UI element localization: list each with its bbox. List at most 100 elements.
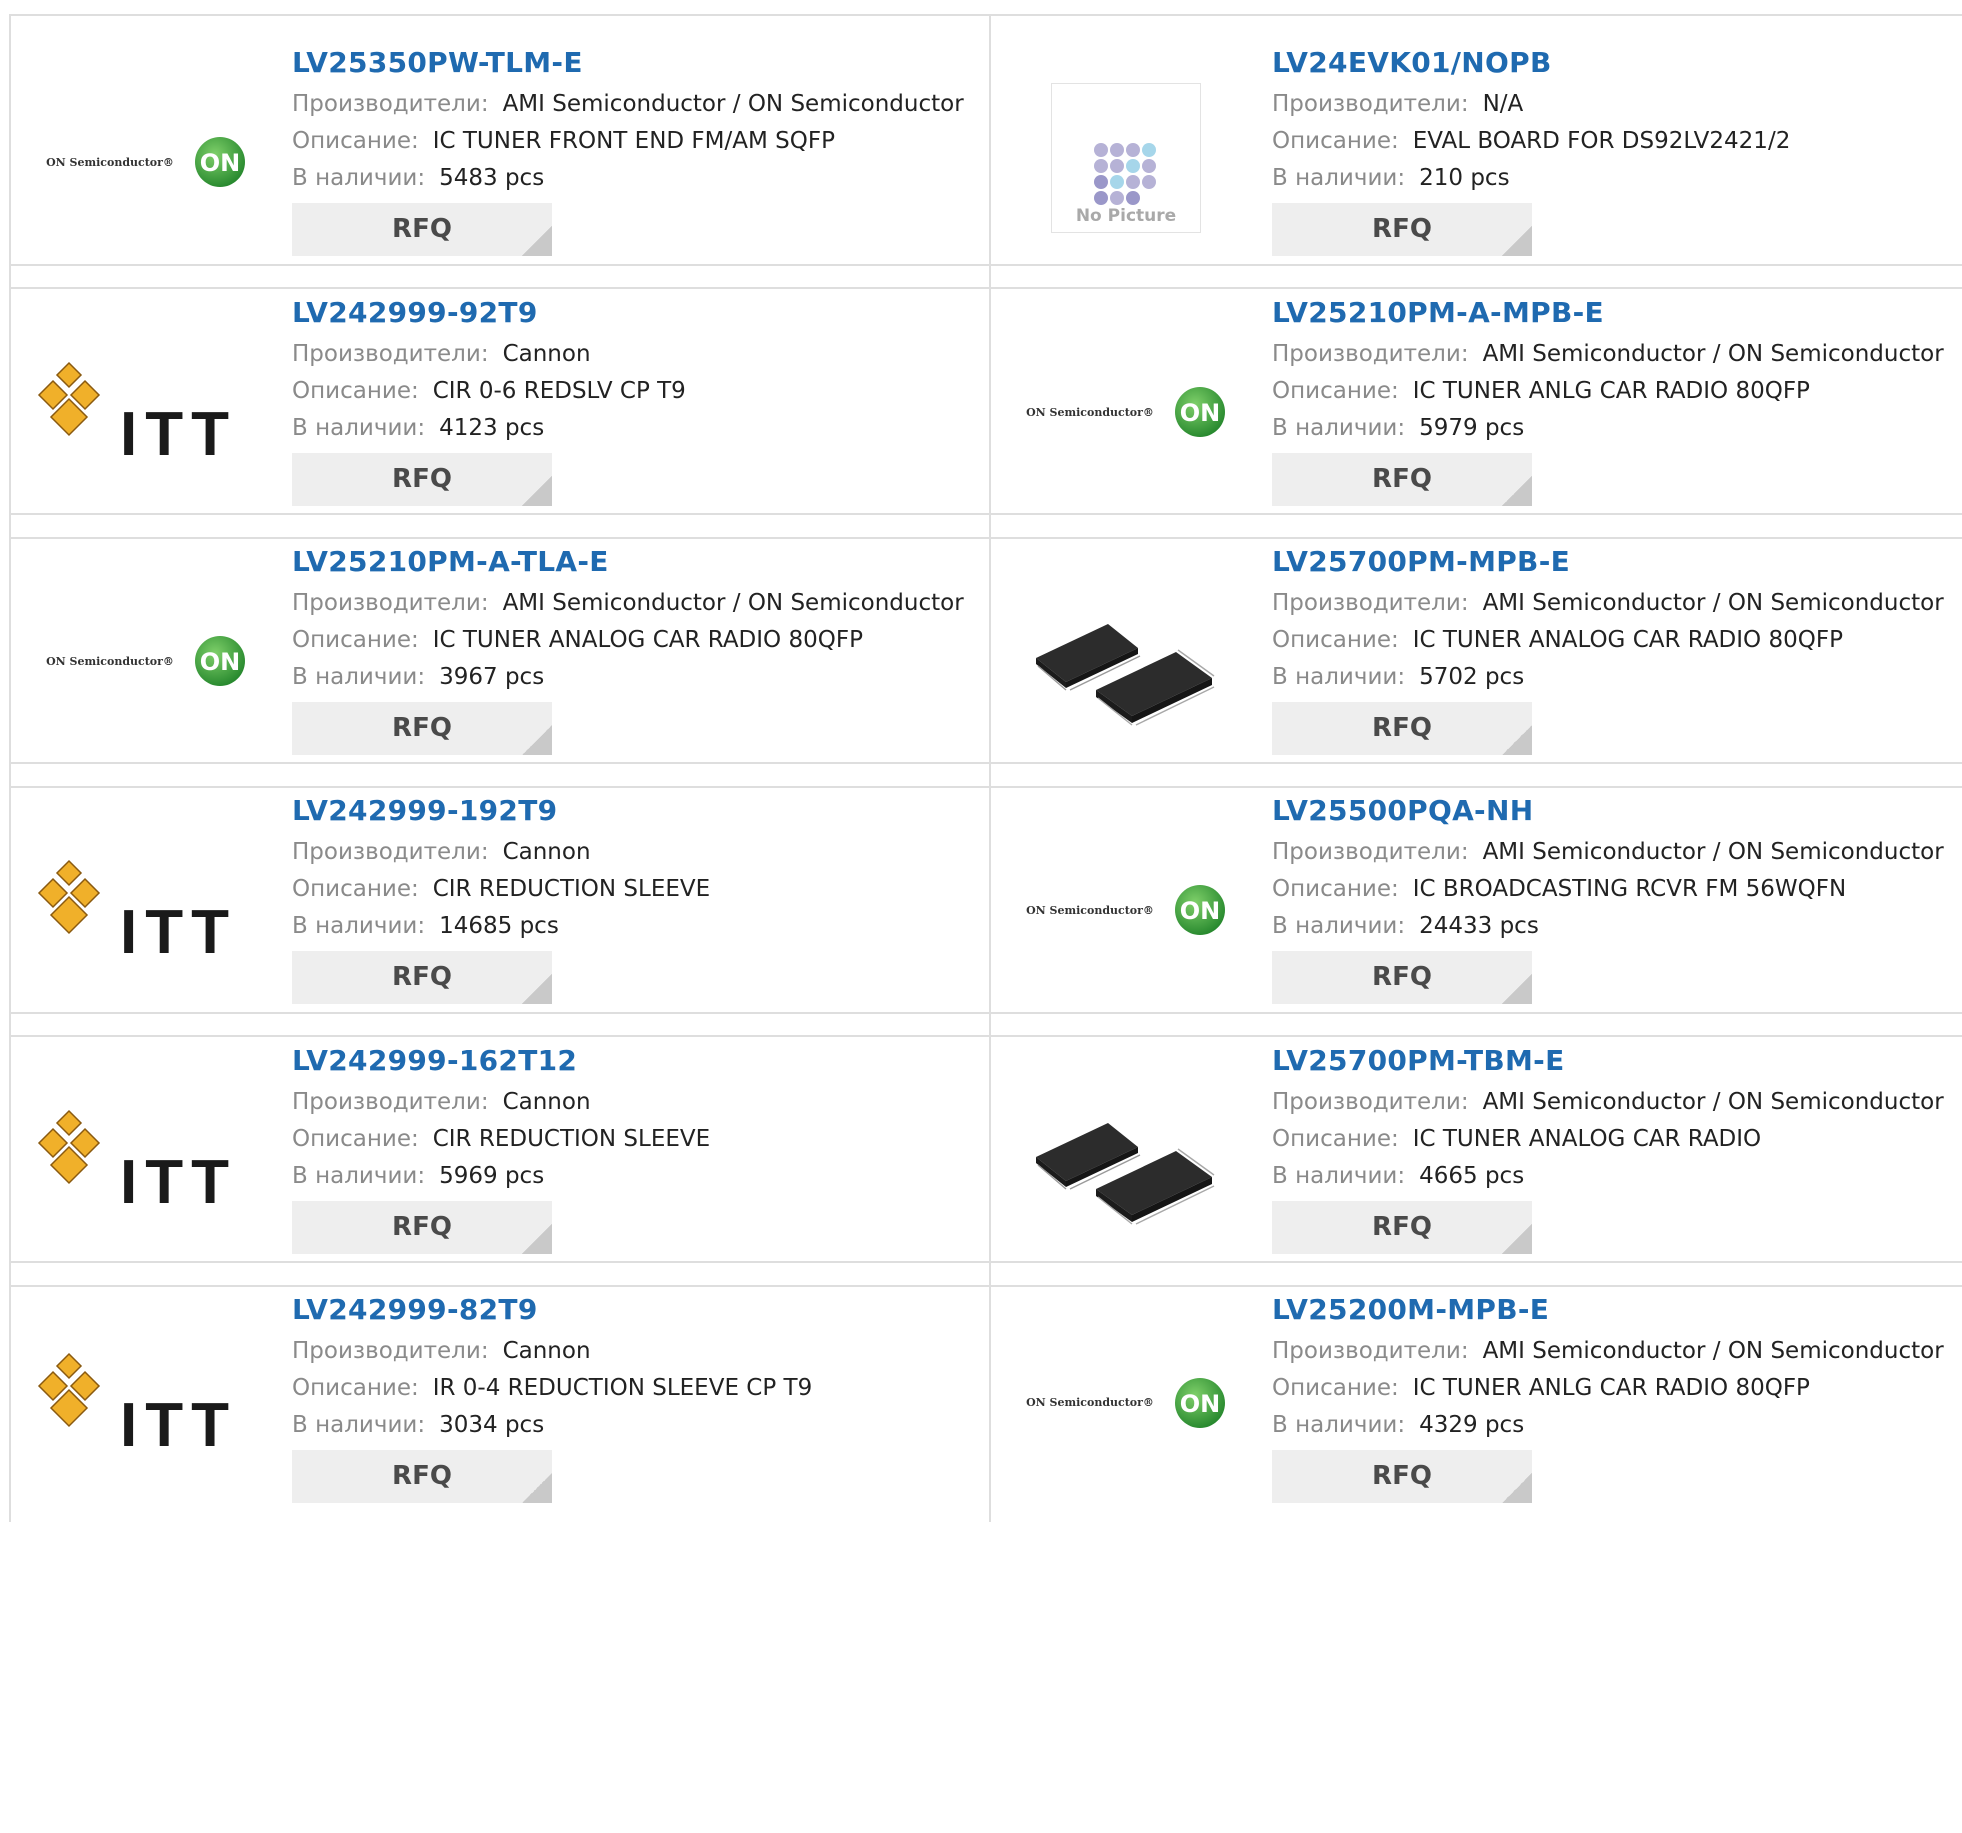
manufacturer-label: Производители: xyxy=(1272,91,1469,117)
on-semiconductor-wordmark: ON Semiconductor® xyxy=(46,654,174,668)
rfq-button[interactable]: RFQ xyxy=(1272,1201,1532,1254)
manufacturer-label: Производители: xyxy=(292,341,489,367)
description-value: CIR 0-6 REDSLV CP T9 xyxy=(432,378,686,404)
description-label: Описание: xyxy=(1272,876,1399,902)
rfq-button[interactable]: RFQ xyxy=(1272,1450,1532,1503)
on-badge-icon: ON xyxy=(1174,885,1225,936)
on-semiconductor-logo: ON Semiconductor® ON xyxy=(46,136,246,188)
manufacturer-line: Производители: AMI Semiconductor / ON Sem… xyxy=(292,585,972,622)
description-value: EVAL BOARD FOR DS92LV2421/2 xyxy=(1412,128,1791,154)
itt-logo: ITT xyxy=(35,1105,245,1215)
on-semiconductor-wordmark: ON Semiconductor® xyxy=(1026,903,1154,917)
part-number-link[interactable]: LV25210PM-A-MPB-E xyxy=(1272,296,1952,330)
rfq-corner-decoration xyxy=(522,476,552,506)
on-semiconductor-wordmark: ON Semiconductor® xyxy=(46,155,174,169)
rfq-corner-decoration xyxy=(522,725,552,755)
description-label: Описание: xyxy=(292,876,419,902)
rfq-corner-decoration xyxy=(522,1224,552,1254)
rfq-corner-decoration xyxy=(522,1473,552,1503)
manufacturer-value: AMI Semiconductor / ON Semiconductor xyxy=(1482,839,1944,865)
product-card: ITT LV242999-192T9 Производители: Cannon Оп… xyxy=(11,764,989,1035)
part-number-link[interactable]: LV242999-192T9 xyxy=(292,794,972,828)
stock-line: В наличии: 5483 pcs xyxy=(292,160,972,197)
rfq-corner-decoration xyxy=(522,974,552,1004)
manufacturer-logo: ITT xyxy=(37,1075,251,1245)
description-label: Описание: xyxy=(1272,1126,1399,1152)
part-number-link[interactable]: LV25210PM-A-TLA-E xyxy=(292,545,972,579)
stock-line: В наличии: 14685 pcs xyxy=(292,908,972,945)
part-number-link[interactable]: LV242999-162T12 xyxy=(292,1044,972,1078)
part-number-link[interactable]: LV25500PQA-NH xyxy=(1272,794,1952,828)
description-line: Описание: IC TUNER ANLG CAR RADIO 80QFP xyxy=(1272,1370,1952,1407)
part-number-link[interactable]: LV25700PM-MPB-E xyxy=(1272,545,1952,579)
product-info: LV25200M-MPB-E Производители: AMI Semicond… xyxy=(1272,1293,1952,1503)
itt-diamond-icon: ITT xyxy=(37,860,229,965)
description-line: Описание: IR 0-4 REDUCTION SLEEVE CP T9 xyxy=(292,1370,972,1407)
qfp-chip-photo xyxy=(1036,624,1215,726)
description-line: Описание: IC TUNER ANALOG CAR RADIO 80QFP xyxy=(1272,622,1952,659)
part-number-link[interactable]: LV25350PW-TLM-E xyxy=(292,46,972,80)
manufacturer-label: Производители: xyxy=(1272,590,1469,616)
manufacturer-label: Производители: xyxy=(1272,1338,1469,1364)
description-value: IC TUNER ANALOG CAR RADIO 80QFP xyxy=(1412,627,1843,653)
stock-label: В наличии: xyxy=(292,664,426,690)
manufacturer-logo xyxy=(1021,1075,1231,1245)
rfq-label: RFQ xyxy=(1372,1461,1432,1491)
description-line: Описание: IC BROADCASTING RCVR FM 56WQFN xyxy=(1272,871,1952,908)
stock-value: 4665 pcs xyxy=(1419,1163,1525,1189)
part-number-link[interactable]: LV25200M-MPB-E xyxy=(1272,1293,1952,1327)
product-row: ITT LV242999-192T9 Производители: Cannon Оп… xyxy=(9,762,1962,1037)
rfq-button[interactable]: RFQ xyxy=(292,951,552,1004)
stock-line: В наличии: 4665 pcs xyxy=(1272,1158,1952,1195)
manufacturer-value: Cannon xyxy=(502,341,591,367)
itt-logo: ITT xyxy=(35,357,245,467)
on-badge-icon: ON xyxy=(194,636,245,687)
rfq-button[interactable]: RFQ xyxy=(1272,203,1532,256)
rfq-button[interactable]: RFQ xyxy=(1272,951,1532,1004)
product-info: LV242999-92T9 Производители: Cannon Описани… xyxy=(292,296,972,506)
on-badge-text: ON xyxy=(200,648,241,676)
part-number-link[interactable]: LV242999-92T9 xyxy=(292,296,972,330)
rfq-corner-decoration xyxy=(1502,226,1532,256)
rfq-button[interactable]: RFQ xyxy=(1272,453,1532,506)
manufacturer-logo: ON Semiconductor® ON xyxy=(1021,825,1231,995)
description-value: IC TUNER ANALOG CAR RADIO xyxy=(1412,1126,1762,1152)
manufacturer-label: Производители: xyxy=(292,91,489,117)
description-line: Описание: IC TUNER ANLG CAR RADIO 80QFP xyxy=(1272,373,1952,410)
product-info: LV25210PM-A-TLA-E Производители: AMI Semic… xyxy=(292,545,972,755)
product-row: ON Semiconductor® ON LV25210PM-A-TLA-E Пр… xyxy=(9,513,1962,788)
rfq-button[interactable]: RFQ xyxy=(1272,702,1532,755)
description-value: IC TUNER ANLG CAR RADIO 80QFP xyxy=(1412,378,1810,404)
manufacturer-line: Производители: Cannon xyxy=(292,834,972,871)
on-badge-text: ON xyxy=(1180,399,1221,427)
stock-label: В наличии: xyxy=(292,415,426,441)
product-info: LV25700PM-MPB-E Производители: AMI Semicon… xyxy=(1272,545,1952,755)
rfq-button[interactable]: RFQ xyxy=(292,1201,552,1254)
description-value: IR 0-4 REDUCTION SLEEVE CP T9 xyxy=(432,1375,813,1401)
rfq-button[interactable]: RFQ xyxy=(292,203,552,256)
description-label: Описание: xyxy=(292,1126,419,1152)
manufacturer-line: Производители: AMI Semiconductor / ON Sem… xyxy=(1272,1333,1952,1370)
product-card: No Picture LV24EVK01/NOPB Производители: N… xyxy=(989,16,1962,287)
stock-line: В наличии: 210 pcs xyxy=(1272,160,1952,197)
manufacturer-logo: ON Semiconductor® ON xyxy=(41,77,251,247)
stock-label: В наличии: xyxy=(1272,415,1406,441)
qfp-chip-photo xyxy=(1036,1123,1215,1225)
rfq-corner-decoration xyxy=(1502,476,1532,506)
stock-value: 24433 pcs xyxy=(1419,913,1539,939)
description-value: IC TUNER FRONT END FM/AM SQFP xyxy=(432,128,835,154)
part-number-link[interactable]: LV24EVK01/NOPB xyxy=(1272,46,1952,80)
stock-label: В наличии: xyxy=(1272,165,1406,191)
rfq-button[interactable]: RFQ xyxy=(292,453,552,506)
description-line: Описание: IC TUNER FRONT END FM/AM SQFP xyxy=(292,123,972,160)
part-number-link[interactable]: LV25700PM-TBM-E xyxy=(1272,1044,1952,1078)
part-number-link[interactable]: LV242999-82T9 xyxy=(292,1293,972,1327)
description-label: Описание: xyxy=(1272,1375,1399,1401)
manufacturer-line: Производители: Cannon xyxy=(292,336,972,373)
description-label: Описание: xyxy=(292,378,419,404)
rfq-button[interactable]: RFQ xyxy=(292,702,552,755)
manufacturer-label: Производители: xyxy=(292,590,489,616)
product-info: LV242999-82T9 Производители: Cannon Описани… xyxy=(292,1293,972,1503)
rfq-button[interactable]: RFQ xyxy=(292,1450,552,1503)
manufacturer-line: Производители: AMI Semiconductor / ON Sem… xyxy=(292,86,972,123)
